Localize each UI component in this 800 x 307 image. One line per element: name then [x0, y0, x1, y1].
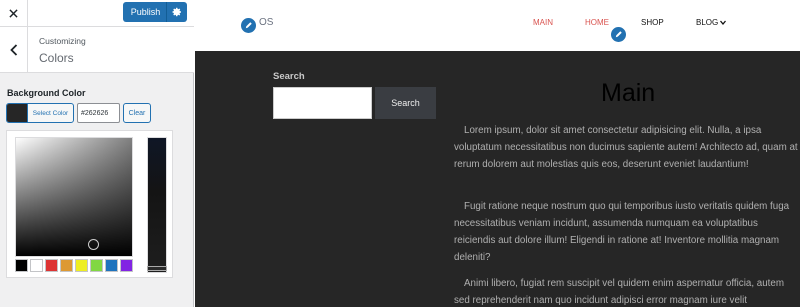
site-header: OS MAIN HOME SHOP BLOG — [195, 0, 800, 51]
content-paragraph: Lorem ipsum, dolor sit amet consectetur … — [454, 125, 798, 170]
palette-swatch[interactable] — [45, 259, 58, 272]
page-title: Main — [601, 79, 656, 107]
close-button[interactable] — [0, 0, 28, 26]
background-color-label: Background Color — [7, 88, 86, 98]
content-paragraph: Animi libero, fugiat rem suscipit vel qu… — [454, 278, 784, 306]
publish-button[interactable]: Publish — [123, 2, 187, 22]
edit-menu-button[interactable] — [610, 26, 627, 43]
chevron-left-icon — [9, 43, 18, 56]
clear-button[interactable]: Clear — [123, 103, 151, 123]
nav-item-home[interactable]: HOME — [585, 18, 609, 27]
hex-color-input[interactable] — [77, 103, 120, 123]
color-palette — [15, 259, 133, 272]
main-navigation: MAIN HOME SHOP BLOG — [195, 18, 800, 30]
back-button[interactable] — [0, 27, 28, 72]
palette-swatch[interactable] — [60, 259, 73, 272]
saturation-area[interactable] — [15, 137, 133, 257]
nav-item-blog[interactable]: BLOG — [696, 18, 727, 27]
section-title: Colors — [39, 51, 74, 65]
search-input[interactable] — [273, 87, 372, 119]
content-paragraph: Fugit ratione neque nostrum quo qui temp… — [454, 201, 790, 263]
nav-item-blog-label: BLOG — [696, 18, 719, 27]
breadcrumb: Customizing — [39, 36, 86, 46]
select-color-label: Select Color — [27, 104, 73, 122]
site-preview: OS MAIN HOME SHOP BLOG Search Search Mai… — [195, 0, 800, 307]
palette-swatch[interactable] — [15, 259, 28, 272]
publish-settings-button[interactable] — [167, 2, 187, 22]
gear-icon — [172, 7, 182, 17]
hue-slider-handle[interactable] — [147, 266, 167, 271]
hue-slider[interactable] — [147, 137, 167, 273]
customizer-window: Publish Customizing Colors Background Co… — [0, 0, 800, 307]
nav-item-shop[interactable]: SHOP — [641, 18, 664, 27]
chevron-down-icon — [720, 20, 727, 26]
palette-swatch[interactable] — [30, 259, 43, 272]
current-color-swatch — [7, 104, 27, 122]
search-button[interactable]: Search — [375, 87, 436, 119]
close-icon — [9, 8, 18, 18]
color-picker — [6, 130, 173, 278]
palette-swatch[interactable] — [120, 259, 133, 272]
pencil-icon — [614, 30, 623, 39]
palette-swatch[interactable] — [105, 259, 118, 272]
saturation-handle[interactable] — [88, 239, 99, 250]
publish-label: Publish — [130, 7, 161, 17]
search-widget-title: Search — [273, 71, 305, 82]
nav-item-main[interactable]: MAIN — [533, 18, 553, 27]
customizer-topbar: Publish — [0, 0, 194, 27]
customizer-sidebar: Publish Customizing Colors Background Co… — [0, 0, 194, 307]
section-header: Customizing Colors — [0, 27, 194, 73]
palette-swatch[interactable] — [90, 259, 103, 272]
palette-swatch[interactable] — [75, 259, 88, 272]
select-color-button[interactable]: Select Color — [6, 103, 74, 123]
